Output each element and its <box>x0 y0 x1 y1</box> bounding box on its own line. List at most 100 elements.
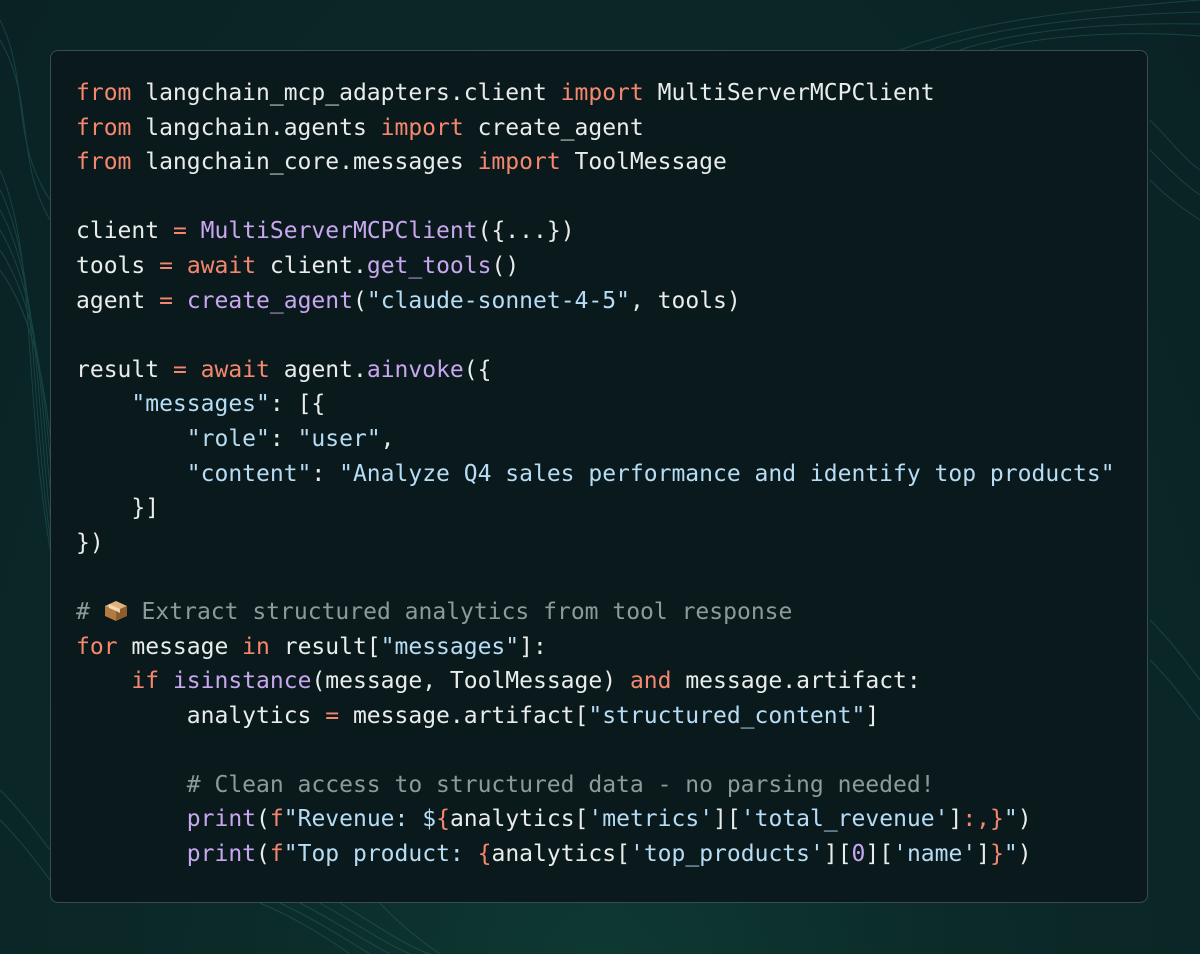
code-line-6: tools = await client.get_tools() <box>76 253 519 279</box>
string-literal: 'top_products' <box>629 841 824 868</box>
variable: client <box>76 218 173 245</box>
code-line-10: "messages": [{ <box>76 391 325 417</box>
string-literal: "Revenue: $ <box>283 806 437 833</box>
function-name: print <box>186 841 257 868</box>
code-text: : <box>269 425 298 452</box>
code-card: from langchain_mcp_adapters.client impor… <box>50 50 1148 903</box>
interpolation-brace: { <box>436 806 450 833</box>
interpolation-brace: { <box>477 841 492 868</box>
keyword: from <box>76 114 132 141</box>
operator: = <box>172 356 187 383</box>
function-name: print <box>186 806 257 833</box>
code-text: : <box>311 460 340 487</box>
code-line-13: }] <box>76 495 160 522</box>
code-text: ( <box>256 841 270 868</box>
function-name: create_agent <box>186 287 353 314</box>
keyword: for <box>76 633 118 660</box>
code-text: client. <box>256 252 367 279</box>
keyword: and <box>629 668 672 695</box>
variable: tools <box>76 252 160 279</box>
imported-name: create_agent <box>463 114 644 141</box>
imported-name: ToolMessage <box>560 149 727 176</box>
imported-name: MultiServerMCPClient <box>643 80 935 106</box>
operator: = <box>172 218 187 245</box>
code-text: () <box>491 252 520 279</box>
code-line-7: agent = create_agent("claude-sonnet-4-5"… <box>76 288 741 314</box>
keyword: from <box>76 80 132 106</box>
string-literal: "Top product: <box>283 841 478 868</box>
keyword: import <box>560 80 644 106</box>
string-literal: "structured_content" <box>588 702 866 729</box>
string-literal: " <box>1003 841 1018 868</box>
operator: = <box>159 287 173 314</box>
code-line-23: print(f"Top product: {analytics['top_pro… <box>76 841 1032 867</box>
code-line-1: from langchain_mcp_adapters.client impor… <box>76 80 935 106</box>
code-text: ) <box>1017 841 1032 868</box>
code-text: ( <box>352 287 367 314</box>
package-icon <box>104 600 127 621</box>
code-text: message <box>117 633 243 660</box>
fstring-prefix: f <box>269 841 284 868</box>
code-text: ][ <box>823 841 852 868</box>
code-line-18: if isinstance(message, ToolMessage) and … <box>76 668 920 695</box>
keyword: await <box>200 356 270 383</box>
code-line-21: # Clean access to structured data - no p… <box>76 772 935 798</box>
string-literal: 'name' <box>893 841 977 868</box>
operator: = <box>159 252 173 279</box>
code-text: agent. <box>269 356 367 383</box>
interpolation-brace: } <box>990 841 1004 868</box>
code-line-9: result = await agent.ainvoke({ <box>76 357 491 383</box>
code-line-19: analytics = message.artifact["structured… <box>76 703 879 729</box>
function-name: ainvoke <box>366 356 464 383</box>
string-literal: 'metrics' <box>588 806 714 833</box>
string-literal: "content" <box>186 460 312 487</box>
string-literal: " <box>1003 806 1018 833</box>
string-literal: "Analyze Q4 sales performance and identi… <box>339 460 1115 487</box>
code-line-2: from langchain.agents import create_agen… <box>76 115 644 141</box>
operator: = <box>325 702 340 729</box>
code-line-11: "role": "user", <box>76 426 395 452</box>
comment: # Clean access to structured data - no p… <box>186 771 935 798</box>
function-name: isinstance <box>172 668 312 695</box>
fstring-prefix: f <box>269 806 284 833</box>
code-text: ] <box>865 702 880 729</box>
variable: agent <box>76 287 160 314</box>
code-text: ) <box>1017 806 1032 833</box>
code-text: , <box>380 425 395 452</box>
code-text: ] <box>976 841 991 868</box>
keyword: import <box>477 149 561 176</box>
function-name: get_tools <box>366 252 492 279</box>
keyword: in <box>242 633 270 660</box>
string-literal: "user" <box>297 425 381 452</box>
code-text: : [{ <box>269 391 326 418</box>
code-text: ][ <box>713 806 741 833</box>
code-line-3: from langchain_core.messages import Tool… <box>76 149 727 175</box>
keyword: import <box>380 114 464 141</box>
code-block: from langchain_mcp_adapters.client impor… <box>76 76 1115 872</box>
code-line-14: }) <box>76 529 104 556</box>
comment: # <box>76 598 104 625</box>
keyword: await <box>186 252 257 279</box>
code-text: (message, ToolMessage) <box>311 668 630 695</box>
code-text: analytics[ <box>449 806 589 833</box>
number-literal: 0 <box>851 841 866 868</box>
string-literal: "messages" <box>131 391 270 418</box>
module-name: langchain.agents <box>131 114 381 141</box>
function-name: MultiServerMCPClient <box>200 218 478 245</box>
code-text: ( <box>256 806 270 833</box>
code-text: result[ <box>269 633 381 660</box>
comment: Extract structured analytics from tool r… <box>127 598 793 625</box>
code-line-16: # Extract structured analytics from tool… <box>76 599 792 625</box>
code-text: analytics[ <box>491 841 630 868</box>
code-text: ][ <box>865 841 894 868</box>
